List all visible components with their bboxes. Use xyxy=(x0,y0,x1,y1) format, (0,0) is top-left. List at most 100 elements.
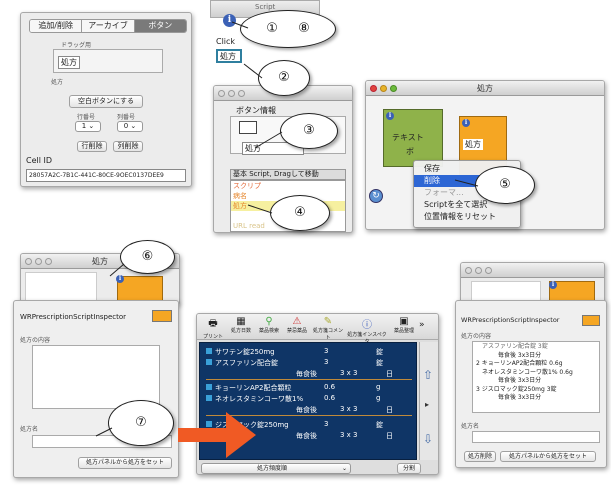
drug-qty: 3 xyxy=(324,420,329,428)
pencil-icon: ✎ xyxy=(323,316,333,327)
inspector-left-name-label: 処方名 xyxy=(20,426,39,433)
print-tool[interactable]: 🖶 プリント xyxy=(199,314,227,340)
move-right-icon[interactable]: ▸ xyxy=(425,400,429,409)
drug-organize-label: 薬品整理 xyxy=(393,328,414,334)
inspector-left-window: WRPrescriptionScriptInspector 処方の内容 処方名 … xyxy=(13,300,179,478)
content-line: 毎食後 3x3日分 xyxy=(498,351,542,359)
chevron-down-icon: ⌄ xyxy=(341,465,347,472)
row-stepper[interactable]: 1 ⌄ xyxy=(75,121,101,132)
drug-unit: g xyxy=(376,383,381,391)
drug-name: サワテン錠250mg xyxy=(215,348,275,356)
info-icon[interactable]: i xyxy=(386,112,394,120)
comment-tool[interactable]: ✎ 処方箋コメント xyxy=(311,314,345,341)
set-prescription-button[interactable]: 処方パネルから処方をセット xyxy=(78,457,172,469)
overflow-icon[interactable]: » xyxy=(419,314,425,339)
row-caption: 行番号 xyxy=(77,114,96,121)
drug-bullet-icon xyxy=(206,395,212,401)
script-window-title: Script xyxy=(255,3,276,11)
restart-icon[interactable]: ↻ xyxy=(369,189,383,203)
drag-button-label: 処方 xyxy=(58,56,80,69)
drug-search-tool[interactable]: ⚲ 薬品検索 xyxy=(255,314,283,339)
info-icon[interactable]: i xyxy=(462,119,470,127)
callout-7: ⑦ xyxy=(108,400,174,446)
drug-search-label: 薬品検索 xyxy=(258,328,279,334)
label-caption: 処方 xyxy=(51,79,64,86)
prescription-row[interactable]: サワテン錠250mg 3 錠 xyxy=(206,347,412,358)
inspector-right-name-label: 処方名 xyxy=(461,423,480,430)
dosage-text: 毎食後 xyxy=(296,370,317,378)
callout-8: ⑧ xyxy=(298,21,310,36)
prescription-row[interactable]: アスファリン配合錠 3 錠 xyxy=(206,358,412,369)
tab-add-delete[interactable]: 追加/削除 xyxy=(30,20,83,32)
inspector-tool[interactable]: ⓘ処方箋インスペクタ xyxy=(345,314,389,345)
side-scroll-panel: ⇧ ▸ ⇩ xyxy=(419,342,438,460)
content-line: ネオレスタミンコーワ散1% 0.6g xyxy=(482,368,573,376)
right-small-window: i xyxy=(460,262,605,304)
callout-2: ② xyxy=(258,60,310,96)
prescription-row[interactable]: ネオレスタミンコーワ散1% 0.6 g xyxy=(206,394,412,405)
inspector-right-window: WRPrescriptionScriptInspector 処方の内容 アスファ… xyxy=(455,300,607,468)
inspector-right-color-swatch[interactable] xyxy=(582,315,600,326)
prescription-row[interactable]: キョーリンAP2配合顆粒 0.6 g xyxy=(206,383,412,394)
row-delete-button[interactable]: 行削除 xyxy=(77,141,107,152)
search-icon: ⚲ xyxy=(265,316,273,327)
callout-3: ③ xyxy=(280,113,338,149)
orange-button-label: 処方 xyxy=(463,139,483,150)
content-line: 毎食後 3x3日分 xyxy=(498,394,542,401)
drug-unit: 錠 xyxy=(376,359,383,367)
inspector-right-name-field[interactable] xyxy=(472,431,600,443)
drug-unit: g xyxy=(376,394,381,402)
drug-name: キョーリンAP2配合顆粒 xyxy=(215,384,292,392)
drug-organize-tool[interactable]: ▣ 薬品整理 xyxy=(389,314,419,339)
info-icon[interactable]: i xyxy=(549,281,557,289)
callout-1: ① xyxy=(266,21,278,36)
click-box: Click 処方 xyxy=(216,36,242,68)
dosage-unit: 日 xyxy=(386,432,393,440)
set-prescription-button[interactable]: 処方パネルから処方をセット xyxy=(500,451,596,462)
move-down-icon[interactable]: ⇩ xyxy=(423,432,433,446)
cell-id-label: Cell ID xyxy=(26,156,53,165)
script-list-item[interactable]: スクリプ xyxy=(231,181,345,191)
inspector-right-content-area[interactable]: アスファリン配合錠 3錠 毎食後 3x3日分 2 キョーリンAP2配合顆粒 0.… xyxy=(472,341,600,413)
script-list-header: 基本 Script, Dragして移動 xyxy=(230,169,346,180)
col-delete-button[interactable]: 列削除 xyxy=(113,141,143,152)
green-button-widget[interactable]: i テキスト ボ xyxy=(383,109,443,167)
dosage-row[interactable]: 毎食後 3 x 3 日 xyxy=(206,369,412,380)
content-line: 2 キョーリンAP2配合顆粒 0.6g xyxy=(476,360,563,367)
tab-button[interactable]: ボタン xyxy=(134,20,186,32)
split-button[interactable]: 分割 xyxy=(397,463,421,474)
cell-id-field[interactable]: 28057A2C-7B1C-441C-80CE-9OEC0137DEE9 xyxy=(26,169,186,182)
tab-archive[interactable]: アーカイブ xyxy=(82,20,135,32)
drug-unit: 錠 xyxy=(376,421,383,429)
click-script-label: 処方 xyxy=(220,52,236,61)
callout-6: ⑥ xyxy=(120,240,175,274)
col-stepper[interactable]: 0 ⌄ xyxy=(117,121,143,132)
days-tool[interactable]: ▦ 処方日数 xyxy=(227,314,255,339)
calendar-icon: ▦ xyxy=(236,316,246,327)
inspector-right-content-label: 処方の内容 xyxy=(461,333,492,340)
content-line: 毎食後 3x3日分 xyxy=(498,377,542,384)
dosage-unit: 日 xyxy=(386,370,393,378)
contraindication-tool[interactable]: ⚠ 禁忌薬品 xyxy=(283,314,311,339)
drag-button-preview[interactable]: 処方 xyxy=(53,49,163,73)
dosage-text: 毎食後 xyxy=(296,432,317,440)
dosage-days: 3 x 3 xyxy=(340,405,358,413)
menu-item-reset-position[interactable]: 位置情報をリセット xyxy=(414,211,520,223)
dosage-text: 毎食後 xyxy=(296,406,317,414)
delete-prescription-button[interactable]: 処方削除 xyxy=(464,451,496,462)
comment-label: 処方箋コメント xyxy=(312,328,343,341)
button-preview-icon xyxy=(239,121,257,134)
print-tool-label: プリント xyxy=(202,334,223,340)
info-icon[interactable]: i xyxy=(223,14,236,27)
prescription-toolbar: 🖶 プリント ▦ 処方日数 ⚲ 薬品検索 ⚠ 禁忌薬品 ✎ 処方箋コメント ⓘ 処方箋インス… xyxy=(197,314,438,345)
canvas-titlebar: 処方 xyxy=(366,81,604,96)
canvas-title: 処方 xyxy=(477,83,493,93)
sort-order-select[interactable]: 処方頻度順 ⌄ xyxy=(201,463,351,474)
inspector-left-color-swatch[interactable] xyxy=(152,310,172,322)
blank-button-button[interactable]: 空白ボタンにする xyxy=(69,95,143,108)
move-up-icon[interactable]: ⇧ xyxy=(423,368,433,382)
sort-order-value: 処方頻度順 xyxy=(256,465,287,472)
callout-1-8: ① ⑧ xyxy=(240,10,336,48)
info-icon[interactable]: i xyxy=(116,275,124,283)
drug-name: アスファリン配合錠 xyxy=(215,359,278,367)
